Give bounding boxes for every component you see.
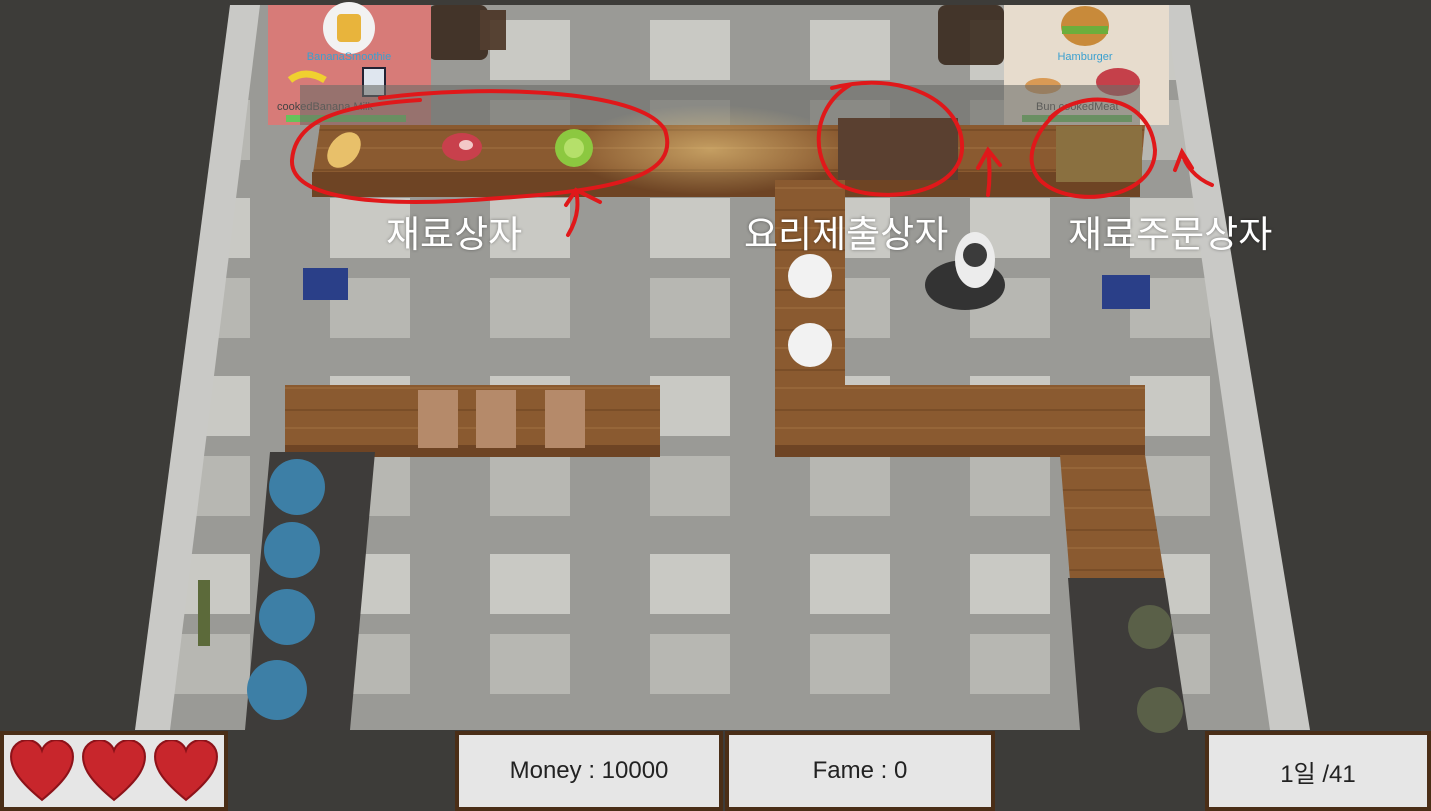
pot-3	[259, 589, 315, 645]
pot-2	[264, 522, 320, 578]
pot-1	[269, 459, 325, 515]
pan-2	[1137, 687, 1183, 733]
blue-lamp-right	[1102, 275, 1150, 309]
meat-icon	[442, 133, 482, 161]
dish-submit-box-label: 요리제출상자	[744, 213, 949, 256]
day-counter: 1일 /41	[1205, 731, 1431, 811]
cabbage-icon	[555, 129, 593, 167]
heart-icon	[10, 740, 74, 802]
cutting-board-1	[418, 390, 458, 448]
pan-1	[1128, 605, 1172, 649]
blue-lamp-left	[303, 268, 348, 300]
top-counter	[300, 85, 1145, 197]
order-2-dish-label: Hamburger	[1057, 51, 1112, 63]
lives-panel	[0, 731, 228, 811]
heart-icon	[82, 740, 146, 802]
money-display: Money : 10000	[455, 731, 723, 811]
left-counter	[285, 385, 660, 457]
ingredient-order-box	[1056, 126, 1142, 182]
chair-right	[938, 5, 1004, 65]
plate-2	[788, 323, 832, 367]
cutting-board-2	[476, 390, 516, 448]
order-1-dish-label: BananaSmoothie	[307, 51, 391, 63]
pot-4	[247, 660, 307, 720]
ingredient-box-label: 재료상자	[386, 213, 523, 256]
side-rail	[198, 580, 210, 646]
heart-icon	[154, 740, 218, 802]
game-scene: BananaSmoothie cookedBanana Milk Hamburg…	[0, 0, 1431, 811]
plate-1	[788, 254, 832, 298]
ingredient-order-box-label: 재료주문상자	[1068, 213, 1273, 256]
fame-display: Fame : 0	[725, 731, 995, 811]
cutting-board-3	[545, 390, 585, 448]
dish-submit-box	[838, 118, 958, 180]
